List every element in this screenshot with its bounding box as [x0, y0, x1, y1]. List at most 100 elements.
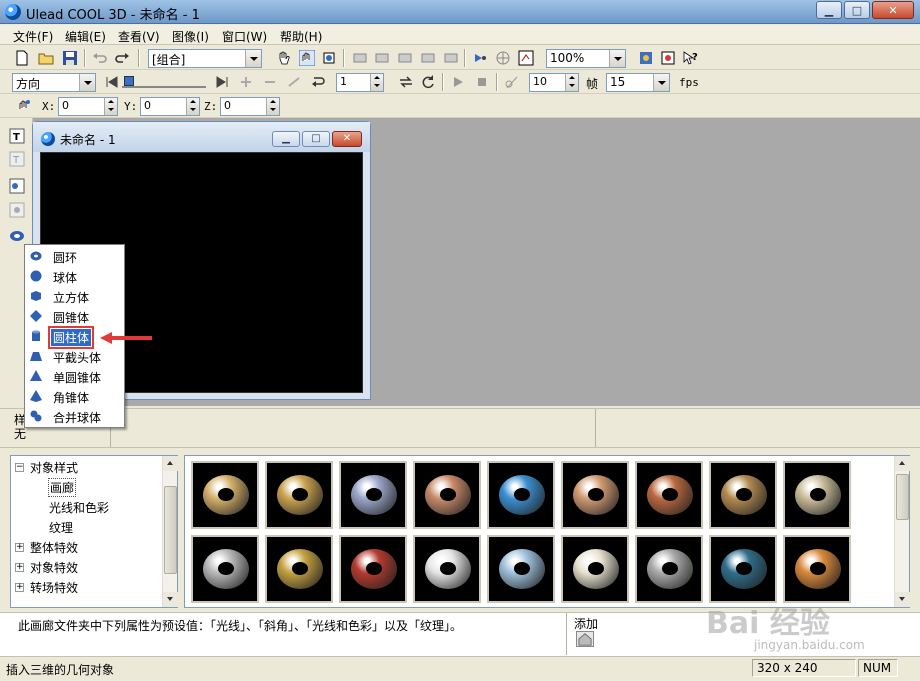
edit-shape-icon[interactable] [9, 202, 25, 218]
align-left-icon[interactable] [352, 50, 368, 66]
add-button[interactable] [576, 631, 594, 647]
gallery-thumbnail[interactable] [783, 535, 851, 603]
redo-icon[interactable] [114, 50, 130, 66]
x-field[interactable]: 0 [58, 97, 118, 116]
doc-maximize-button[interactable]: □ [302, 131, 330, 147]
frame-number-field[interactable]: 1 [336, 73, 384, 92]
move-object-icon[interactable] [16, 98, 32, 114]
tree-item-object-style[interactable]: 对象样式 [30, 459, 78, 476]
rotate-object-icon[interactable] [299, 50, 315, 66]
save-icon[interactable] [62, 50, 78, 66]
edit-text-icon[interactable]: T [9, 151, 25, 167]
menu-help[interactable]: 帮助(H) [280, 28, 322, 45]
expand-icon[interactable]: + [15, 563, 24, 572]
gallery-thumbnail[interactable] [561, 461, 629, 529]
scroll-up-icon[interactable] [163, 456, 178, 471]
gallery-thumbnail[interactable] [339, 535, 407, 603]
frame-count-field[interactable]: 10 [529, 73, 579, 92]
tree-item-object-fx[interactable]: 对象特效 [30, 559, 78, 576]
align-bottom-icon[interactable] [443, 50, 459, 66]
insert-shape-icon[interactable] [9, 178, 25, 194]
tree-scrollbar[interactable] [162, 456, 178, 607]
hand-icon[interactable] [276, 50, 292, 66]
scroll-down-icon[interactable] [163, 592, 178, 607]
y-field[interactable]: 0 [140, 97, 200, 116]
gallery-scrollbar[interactable] [894, 456, 910, 607]
gallery-thumbnail[interactable] [635, 461, 703, 529]
gallery-thumbnail[interactable] [339, 461, 407, 529]
scroll-down-icon[interactable] [895, 592, 910, 607]
minimize-button[interactable]: ▁ [816, 1, 842, 19]
undo-icon[interactable] [92, 50, 108, 66]
light-icon[interactable] [472, 50, 488, 66]
play-icon[interactable] [450, 74, 466, 90]
align-right-icon[interactable] [397, 50, 413, 66]
menu-item-merged-sphere[interactable]: 合并球体 [25, 406, 124, 426]
menu-item-single-cone[interactable]: 单圆锥体 [25, 366, 124, 386]
stop-icon[interactable] [474, 74, 490, 90]
open-folder-icon[interactable] [38, 50, 54, 66]
gallery-thumbnail[interactable] [191, 535, 259, 603]
zoom-select[interactable]: 100% [546, 49, 626, 68]
align-center-icon[interactable] [374, 50, 390, 66]
menu-item-sphere[interactable]: 球体 [25, 266, 124, 286]
timeline-slider[interactable] [122, 76, 206, 88]
gallery-thumbnail[interactable] [487, 535, 555, 603]
image-export-icon[interactable] [660, 50, 676, 66]
new-file-icon[interactable] [14, 50, 30, 66]
scroll-thumb[interactable] [164, 486, 177, 574]
gallery-thumbnail[interactable] [265, 461, 333, 529]
spin-arrows-icon[interactable] [104, 98, 117, 115]
last-frame-icon[interactable] [214, 74, 230, 90]
gallery-thumbnail[interactable] [709, 461, 777, 529]
gallery-thumbnail[interactable] [487, 461, 555, 529]
insert-geometry-icon[interactable] [9, 228, 25, 244]
doc-minimize-button[interactable]: ▁ [272, 131, 300, 147]
first-frame-icon[interactable] [104, 74, 120, 90]
menu-window[interactable]: 窗口(W) [222, 28, 267, 45]
doc-close-button[interactable]: ✕ [332, 131, 362, 147]
spin-arrows-icon[interactable] [370, 74, 383, 91]
menu-view[interactable]: 查看(V) [118, 28, 160, 45]
gallery-thumbnail[interactable] [265, 535, 333, 603]
refresh-icon[interactable] [420, 74, 436, 90]
spin-arrows-icon[interactable] [186, 98, 199, 115]
gallery-thumbnail[interactable] [191, 461, 259, 529]
menu-item-frustum[interactable]: 平截头体 [25, 346, 124, 366]
tree-item-gallery[interactable]: 画廊 [47, 478, 77, 497]
scroll-up-icon[interactable] [895, 456, 910, 471]
menu-edit[interactable]: 编辑(E) [65, 28, 106, 45]
help-pointer-icon[interactable]: ? [682, 50, 698, 66]
scroll-thumb[interactable] [896, 474, 909, 520]
menu-item-cube[interactable]: 立方体 [25, 286, 124, 306]
insert-text-icon[interactable]: T [9, 128, 25, 144]
spin-arrows-icon[interactable] [565, 74, 578, 91]
gallery-thumbnail[interactable] [783, 461, 851, 529]
direction-select[interactable]: 方向 [12, 73, 96, 92]
loop-icon[interactable] [310, 74, 326, 90]
align-top-icon[interactable] [420, 50, 436, 66]
slider-thumb[interactable] [124, 76, 134, 86]
tree-item-global-fx[interactable]: 整体特效 [30, 539, 78, 556]
expand-icon[interactable]: + [15, 543, 24, 552]
menu-image[interactable]: 图像(I) [172, 28, 209, 45]
gallery-thumbnail[interactable] [635, 535, 703, 603]
fps-select[interactable]: 15 [606, 73, 670, 92]
tree-item-texture[interactable]: 纹理 [49, 519, 73, 536]
tree-item-transition-fx[interactable]: 转场特效 [30, 579, 78, 596]
menu-item-cone[interactable]: 圆锥体 [25, 306, 124, 326]
add-keyframe-icon[interactable] [238, 74, 254, 90]
size-object-icon[interactable] [321, 50, 337, 66]
spin-arrows-icon[interactable] [266, 98, 279, 115]
z-field[interactable]: 0 [220, 97, 280, 116]
expand-icon[interactable]: + [15, 583, 24, 592]
gallery-thumbnail[interactable] [561, 535, 629, 603]
maximize-button[interactable]: □ [844, 1, 870, 19]
smooth-motion-icon[interactable] [504, 74, 520, 90]
remove-keyframe-icon[interactable] [262, 74, 278, 90]
close-button[interactable]: ✕ [872, 1, 914, 19]
menu-item-torus[interactable]: 圆环 [25, 246, 124, 266]
object-select[interactable]: [组合] [148, 49, 262, 68]
ping-pong-icon[interactable] [398, 74, 414, 90]
document-title-bar[interactable]: 未命名 - 1 ▁ □ ✕ [33, 122, 370, 152]
